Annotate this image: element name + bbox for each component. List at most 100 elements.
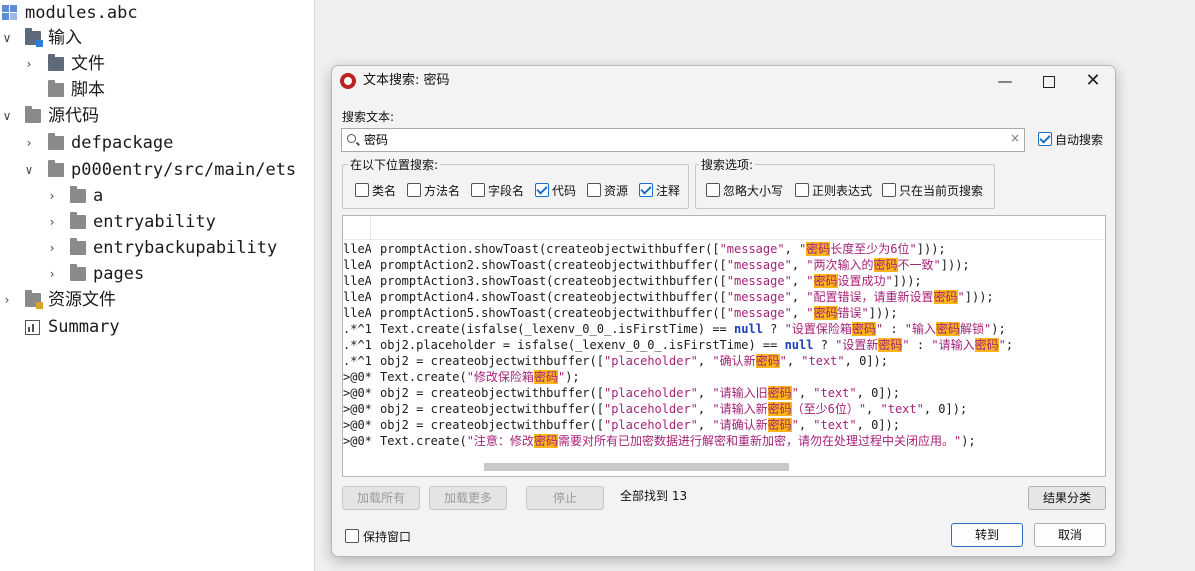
tree-item-label: 文件 xyxy=(71,54,105,74)
tree-item-source[interactable]: ∨ 源代码 xyxy=(0,103,300,129)
chevron-right-icon[interactable]: › xyxy=(45,209,59,235)
dialog-titlebar[interactable]: 文本搜索: 密码 — ✕ xyxy=(332,66,1115,98)
ignore-case-checkbox[interactable] xyxy=(706,183,720,197)
group-results-button[interactable]: 结果分类 xyxy=(1028,486,1106,510)
chevron-down-icon[interactable]: ∨ xyxy=(0,25,14,51)
scope-code-checkbox[interactable] xyxy=(535,183,549,197)
maximize-icon[interactable] xyxy=(1027,66,1071,96)
code-fragment: "message" xyxy=(726,274,792,288)
code-fragment: Text.create( xyxy=(380,434,467,448)
tree-item-defpackage[interactable]: › defpackage xyxy=(0,130,300,156)
close-icon[interactable]: ✕ xyxy=(1071,66,1115,96)
tree-item-label: modules.abc xyxy=(25,3,138,23)
code-fragment: "确认新 xyxy=(712,354,756,368)
code-fragment: "text" xyxy=(813,418,857,432)
search-input[interactable] xyxy=(364,130,1004,148)
result-line[interactable]: Text.create("修改保险箱密码"); xyxy=(380,369,580,385)
regex-checkbox[interactable] xyxy=(795,183,809,197)
clear-icon[interactable]: × xyxy=(1010,131,1020,145)
code-fragment: , xyxy=(866,402,881,416)
result-line[interactable]: promptAction2.showToast(createobjectwith… xyxy=(380,257,970,273)
code-fragment: , xyxy=(697,386,713,400)
result-line[interactable]: Text.create(isfalse(_lexenv_0_0_.isFirst… xyxy=(380,321,1006,337)
result-line[interactable]: obj2 = createobjectwithbuffer(["placehol… xyxy=(380,353,888,369)
current-page-label: 只在当前页搜索 xyxy=(899,184,984,198)
tree-item-summary[interactable]: Summary xyxy=(0,314,300,340)
code-fragment: "注意：修改 xyxy=(466,434,534,448)
match-highlight: 密码 xyxy=(813,274,838,288)
tree-item-root[interactable]: modules.abc xyxy=(0,0,300,26)
scope-comment-checkbox[interactable] xyxy=(639,183,653,197)
result-line[interactable]: promptAction4.showToast(createobjectwith… xyxy=(380,289,994,305)
scope-class-checkbox[interactable] xyxy=(355,183,369,197)
scope-resource-label: 资源 xyxy=(604,184,629,198)
horizontal-scrollbar[interactable] xyxy=(484,463,789,471)
code-fragment: "设置保险箱 xyxy=(784,322,852,336)
tree-item-pages[interactable]: › pages xyxy=(0,261,300,287)
match-highlight: 密码 xyxy=(933,290,958,304)
code-fragment: ); xyxy=(565,370,580,384)
result-line[interactable]: promptAction5.showToast(createobjectwith… xyxy=(380,305,898,321)
match-highlight: 密码 xyxy=(767,418,792,432)
stop-button[interactable]: 停止 xyxy=(526,486,604,510)
scope-field-checkbox[interactable] xyxy=(471,183,485,197)
cancel-button[interactable]: 取消 xyxy=(1034,523,1106,547)
result-line[interactable]: obj2 = createobjectwithbuffer(["placehol… xyxy=(380,417,900,433)
tree-item-label: entrybackupability xyxy=(93,238,278,258)
code-fragment: "text" xyxy=(880,402,924,416)
tree-item-scripts[interactable]: 脚本 xyxy=(0,77,300,103)
code-fragment: " xyxy=(806,274,814,288)
tree-item-entrybackupability[interactable]: › entrybackupability xyxy=(0,235,300,261)
chevron-right-icon[interactable]: › xyxy=(22,51,36,77)
tree-item-label: entryability xyxy=(93,212,216,232)
results-count: 全部找到 13 xyxy=(620,489,688,503)
result-line[interactable]: promptAction3.showToast(createobjectwith… xyxy=(380,273,922,289)
code-fragment: 解锁" xyxy=(960,322,992,336)
load-more-button[interactable]: 加载更多 xyxy=(429,486,507,510)
code-fragment: ); xyxy=(991,322,1006,336)
code-fragment: , xyxy=(697,354,713,368)
result-line[interactable]: obj2 = createobjectwithbuffer(["placehol… xyxy=(380,385,900,401)
load-all-button[interactable]: 加载所有 xyxy=(342,486,420,510)
chevron-right-icon[interactable]: › xyxy=(45,183,59,209)
chevron-right-icon[interactable]: › xyxy=(45,235,59,261)
project-tree: modules.abc ∨ 输入 › 文件 脚本 ∨ 源代码 › defpack… xyxy=(0,0,315,571)
code-fragment: " xyxy=(902,338,910,352)
auto-search-checkbox[interactable] xyxy=(1038,132,1052,146)
code-fragment: " xyxy=(957,290,965,304)
code-fragment: 设置成功" xyxy=(837,274,893,288)
tree-item-entryability[interactable]: › entryability xyxy=(0,209,300,235)
search-field[interactable]: × xyxy=(341,128,1025,152)
chevron-down-icon[interactable]: ∨ xyxy=(22,157,36,183)
result-line-prefix: lleAc xyxy=(343,258,371,272)
code-fragment: , xyxy=(791,290,807,304)
result-line[interactable]: promptAction.showToast(createobjectwithb… xyxy=(380,241,946,257)
search-results-list[interactable]: lleAc promptAction.showToast(createobject… xyxy=(342,215,1106,477)
chevron-right-icon[interactable]: › xyxy=(0,287,14,313)
scope-method-checkbox[interactable] xyxy=(407,183,421,197)
code-fragment: ? xyxy=(813,338,836,352)
code-fragment: 需要对所有已加密数据进行解密和重新加密，请勿在处理过程中关闭应用。" xyxy=(557,434,962,448)
code-fragment: "text" xyxy=(801,354,845,368)
code-fragment: " xyxy=(779,354,787,368)
tree-item-entry[interactable]: ∨ p000entry/src/main/ets xyxy=(0,157,310,183)
tree-item-input[interactable]: ∨ 输入 xyxy=(0,25,300,51)
result-line[interactable]: obj2.placeholder = isfalse(_lexenv_0_0_.… xyxy=(380,337,1013,353)
match-highlight: 密码 xyxy=(813,306,838,320)
chevron-down-icon[interactable]: ∨ xyxy=(0,103,14,129)
chevron-right-icon[interactable]: › xyxy=(45,261,59,287)
tree-item-resources[interactable]: › 资源文件 xyxy=(0,287,300,313)
tree-item-label: defpackage xyxy=(71,133,174,153)
tree-item-files[interactable]: › 文件 xyxy=(0,51,300,77)
tree-item-a[interactable]: › a xyxy=(0,183,300,209)
chevron-right-icon[interactable]: › xyxy=(22,130,36,156)
result-line[interactable]: Text.create("注意：修改密码需要对所有已加密数据进行解密和重新加密，… xyxy=(380,433,976,449)
goto-button[interactable]: 转到 xyxy=(951,523,1023,547)
minimize-icon[interactable]: — xyxy=(983,66,1027,96)
result-line[interactable]: obj2 = createobjectwithbuffer(["placehol… xyxy=(380,401,967,417)
scope-code-label: 代码 xyxy=(552,184,577,198)
current-page-checkbox[interactable] xyxy=(882,183,896,197)
scope-resource-checkbox[interactable] xyxy=(587,183,601,197)
keep-window-checkbox[interactable] xyxy=(345,529,359,543)
match-highlight: 密码 xyxy=(936,322,961,336)
